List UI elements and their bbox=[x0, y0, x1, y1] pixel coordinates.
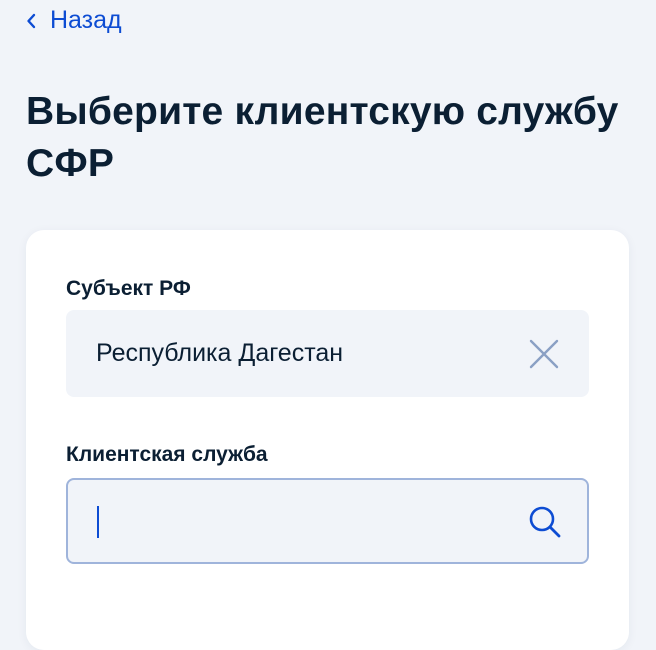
page-title: Выберите клиентскую службу СФР bbox=[26, 90, 619, 185]
region-label: Субъект РФ bbox=[66, 277, 191, 300]
region-select[interactable]: Республика Дагестан bbox=[66, 310, 589, 397]
selection-card: Субъект РФ Республика Дагестан Клиентска… bbox=[26, 230, 629, 650]
close-icon[interactable] bbox=[527, 337, 561, 371]
back-link-label: Назад bbox=[50, 6, 122, 34]
region-value: Республика Дагестан bbox=[96, 339, 344, 367]
service-label: Клиентская служба bbox=[66, 443, 268, 466]
search-icon[interactable] bbox=[527, 504, 563, 540]
service-search-input[interactable] bbox=[68, 480, 508, 562]
chevron-left-icon bbox=[26, 13, 36, 29]
service-search-field[interactable] bbox=[66, 478, 589, 564]
back-link[interactable]: Назад bbox=[26, 6, 122, 35]
text-cursor bbox=[97, 506, 99, 538]
